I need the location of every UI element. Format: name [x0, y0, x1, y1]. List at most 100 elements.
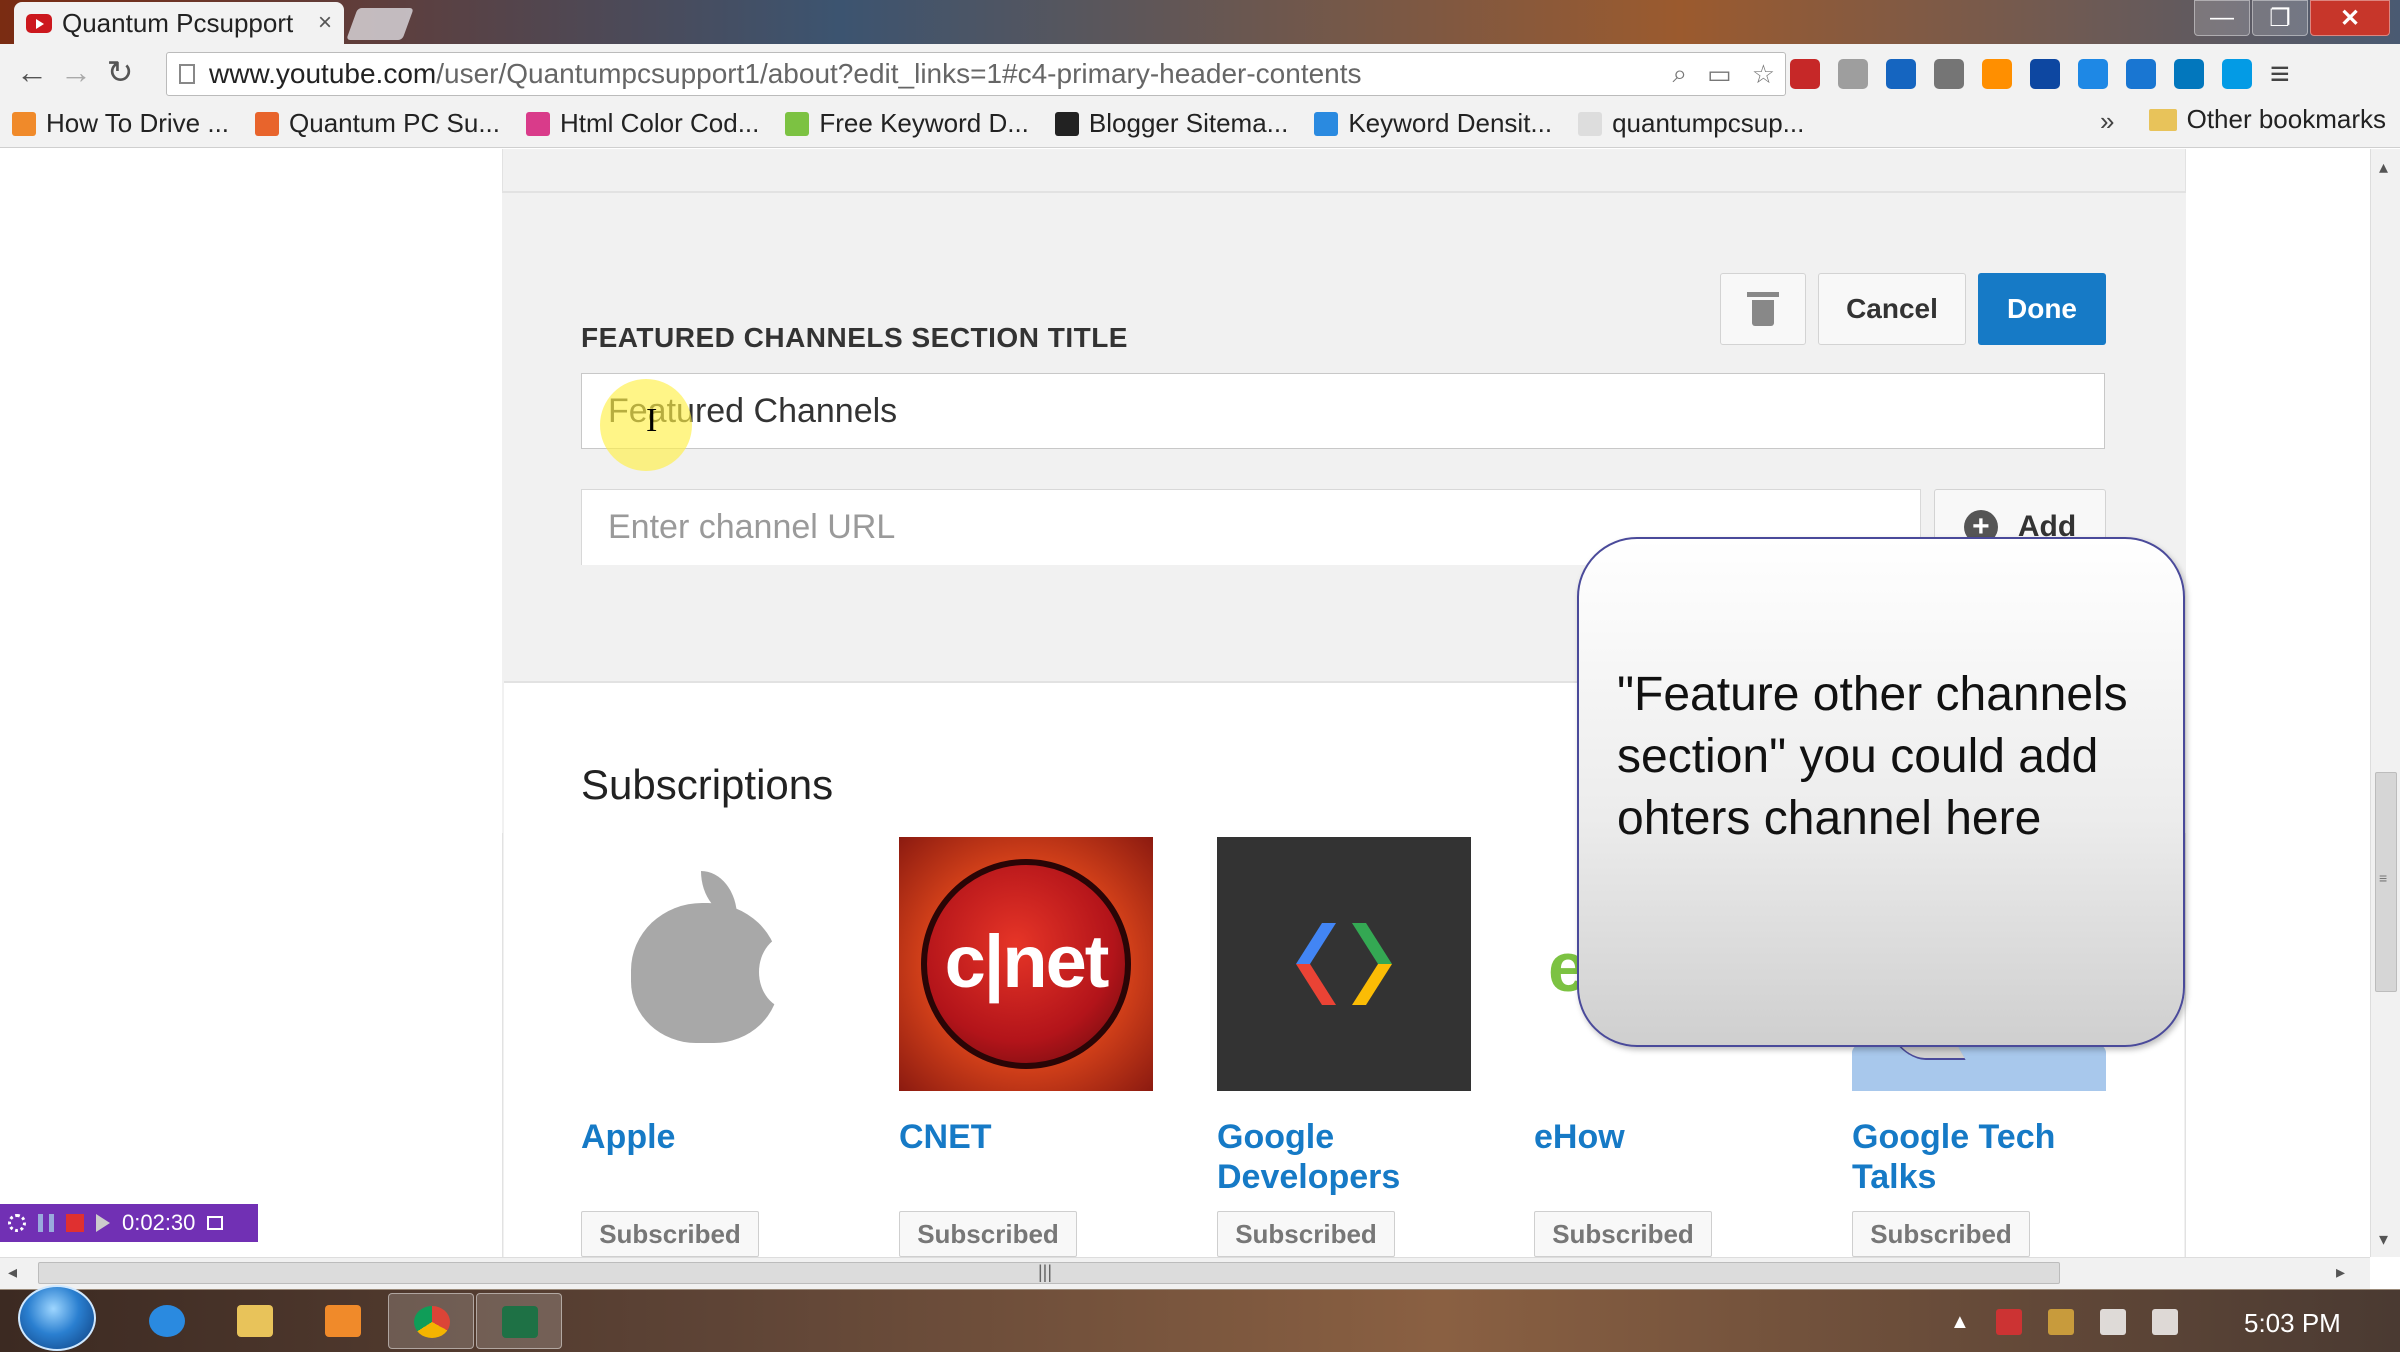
cast-icon[interactable]: ▭	[1707, 59, 1732, 90]
media-player-taskbar-icon[interactable]	[300, 1293, 386, 1349]
show-hidden-icons-icon[interactable]: ▲	[1950, 1311, 1970, 1334]
browser-extension-icon[interactable]	[1934, 59, 1964, 89]
tab-title: Quantum Pcsupport	[62, 7, 294, 38]
subscribed-button[interactable]: Subscribed	[581, 1211, 759, 1257]
google-developers-logo-icon[interactable]	[1217, 837, 1471, 1091]
bookmark-item[interactable]: Blogger Sitema...	[1054, 108, 1289, 139]
scroll-grip-icon: ≡	[2379, 870, 2388, 886]
section-title-label: FEATURED CHANNELS SECTION TITLE	[581, 322, 1128, 353]
subscribed-button[interactable]: Subscribed	[899, 1211, 1077, 1257]
excel-taskbar-icon[interactable]	[476, 1293, 562, 1349]
recorder-spinner-icon	[8, 1214, 26, 1232]
subscribed-button[interactable]: Subscribed	[1852, 1211, 2030, 1257]
channel-name[interactable]: Google Developers	[1217, 1117, 1471, 1197]
scroll-right-arrow-icon[interactable]: ▸	[2336, 1262, 2345, 1283]
subscriptions-heading: Subscriptions	[581, 761, 834, 808]
bookmarks-overflow-chevron-icon[interactable]: »	[2100, 106, 2114, 137]
minimize-button[interactable]: —	[2194, 0, 2250, 36]
cnet-logo-text: c|net	[944, 920, 1110, 1003]
other-bookmarks-label: Other bookmarks	[2186, 104, 2386, 134]
apple-logo-icon[interactable]	[581, 837, 835, 1091]
stop-icon[interactable]	[66, 1214, 84, 1232]
bookmark-label: quantumpcsup...	[1612, 108, 1805, 138]
horizontal-scrollbar[interactable]: ◂ ||| ▸	[0, 1257, 2370, 1289]
bookmark-item[interactable]: How To Drive ...	[12, 108, 229, 139]
channel-card-google-developers: Google Developers Subscribed	[1217, 837, 1471, 1257]
browser-extension-icon[interactable]	[1838, 59, 1868, 89]
bookmark-item[interactable]: quantumpcsup...	[1578, 108, 1804, 139]
other-bookmarks[interactable]: Other bookmarks	[2148, 104, 2386, 135]
channel-name[interactable]: CNET	[899, 1117, 1153, 1197]
browser-extension-icon[interactable]	[2030, 59, 2060, 89]
browser-extension-icon[interactable]	[1790, 59, 1820, 89]
delete-button[interactable]	[1720, 273, 1806, 345]
browser-extension-icon[interactable]	[2126, 59, 2156, 89]
channel-name[interactable]: Google Tech Talks	[1852, 1117, 2106, 1197]
action-center-flag-icon[interactable]	[1995, 1309, 2022, 1335]
bookmark-favicon-icon	[12, 111, 36, 136]
address-bar[interactable]: www.youtube.com/user/Quantumpcsupport1/a…	[166, 52, 1786, 96]
cnet-logo-icon[interactable]: c|net	[899, 837, 1153, 1091]
tab-close-icon[interactable]: ×	[318, 9, 332, 37]
bookmark-label: Quantum PC Su...	[289, 108, 500, 138]
bookmark-favicon-icon	[255, 111, 280, 136]
close-window-button[interactable]: ✕	[2310, 0, 2390, 36]
cancel-button[interactable]: Cancel	[1818, 273, 1966, 345]
bookmark-label: Keyword Densit...	[1348, 108, 1553, 138]
url-host: www.youtube.com	[209, 58, 437, 89]
recorder-menu-icon[interactable]	[207, 1216, 224, 1230]
browser-extension-icon[interactable]	[1886, 59, 1916, 89]
scroll-up-arrow-icon[interactable]: ▴	[2379, 157, 2388, 178]
network-icon[interactable]	[2099, 1309, 2126, 1335]
browser-extension-icon[interactable]	[2222, 59, 2252, 89]
bookmark-favicon-icon	[526, 111, 550, 136]
internet-explorer-taskbar-icon[interactable]	[124, 1293, 210, 1349]
pause-icon[interactable]	[38, 1214, 54, 1232]
vertical-scrollbar[interactable]: ▴ ≡ ▾	[2370, 149, 2400, 1257]
bookmark-favicon-icon	[1054, 111, 1079, 136]
new-tab-button[interactable]	[346, 8, 414, 40]
forward-arrow-icon[interactable]: →	[54, 54, 98, 91]
channel-name[interactable]: eHow	[1534, 1117, 1788, 1197]
scroll-left-arrow-icon[interactable]: ◂	[8, 1262, 17, 1283]
chrome-menu-icon[interactable]: ≡	[2270, 55, 2290, 94]
channel-card-apple: Apple Subscribed	[581, 837, 835, 1257]
zoom-icon[interactable]: ⌕	[1673, 58, 1688, 90]
section-title-input[interactable]	[581, 373, 2105, 449]
browser-extension-icon[interactable]	[2078, 59, 2108, 89]
taskbar-clock[interactable]: 5:03 PM	[2244, 1308, 2341, 1339]
done-button[interactable]: Done	[1978, 273, 2106, 345]
channel-card-cnet: c|net CNET Subscribed	[899, 837, 1153, 1257]
bookmark-item[interactable]: Keyword Densit...	[1314, 108, 1552, 139]
back-arrow-icon[interactable]: ←	[10, 54, 54, 91]
browser-extension-icon[interactable]	[2174, 59, 2204, 89]
bookmark-item[interactable]: Free Keyword D...	[785, 108, 1029, 139]
word-tray-icon[interactable]	[2047, 1309, 2074, 1335]
subscribed-button[interactable]: Subscribed	[1217, 1211, 1395, 1257]
bookmark-item[interactable]: Quantum PC Su...	[255, 108, 500, 139]
bookmarks-bar: How To Drive ... Quantum PC Su... Html Col…	[0, 100, 2400, 148]
trash-icon	[1747, 292, 1779, 326]
browser-extension-icon[interactable]	[1982, 59, 2012, 89]
volume-icon[interactable]	[2151, 1309, 2178, 1335]
url-text[interactable]: www.youtube.com/user/Quantumpcsupport1/a…	[209, 58, 1663, 90]
reload-icon[interactable]: ↻	[98, 53, 142, 91]
channel-name[interactable]: Apple	[581, 1117, 835, 1197]
start-button[interactable]	[18, 1285, 96, 1351]
bookmark-star-icon[interactable]: ☆	[1752, 59, 1775, 90]
bookmark-label: Free Keyword D...	[819, 108, 1029, 138]
scroll-grip-icon: |||	[1038, 1262, 1053, 1282]
chrome-taskbar-icon[interactable]	[388, 1293, 474, 1349]
play-icon[interactable]	[96, 1214, 110, 1232]
bookmark-item[interactable]: Html Color Cod...	[526, 108, 759, 139]
file-explorer-taskbar-icon[interactable]	[212, 1293, 298, 1349]
bookmark-favicon-icon	[785, 111, 810, 136]
bookmark-label: How To Drive ...	[46, 108, 230, 138]
scroll-down-arrow-icon[interactable]: ▾	[2379, 1229, 2388, 1250]
bookmark-favicon-icon	[1578, 111, 1603, 136]
bookmark-favicon-icon	[1314, 111, 1339, 136]
browser-tab-active[interactable]: Quantum Pcsupport ×	[14, 2, 344, 44]
subscribed-button[interactable]: Subscribed	[1534, 1211, 1712, 1257]
maximize-button[interactable]: ❐	[2252, 0, 2308, 36]
bookmark-label: Blogger Sitema...	[1088, 108, 1289, 138]
